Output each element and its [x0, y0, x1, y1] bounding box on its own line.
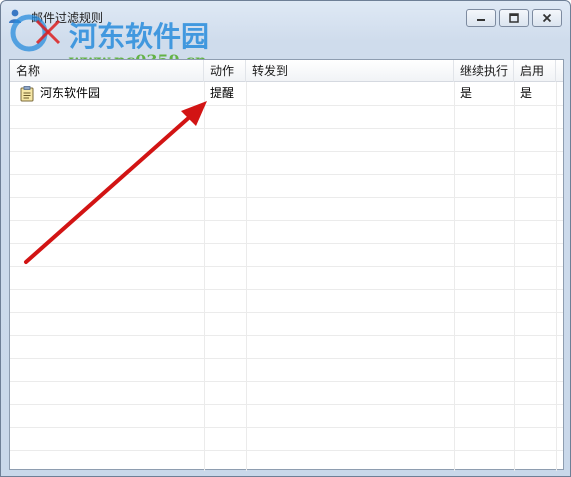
rule-window: 邮件过滤规则 河东软件园 名称 动作 转发到 继续执行 启用 河东软件园 提醒 …	[0, 0, 571, 477]
column-header-action[interactable]: 动作	[204, 60, 246, 82]
note-icon	[20, 86, 34, 102]
minimize-button[interactable]	[466, 9, 496, 27]
user-icon	[7, 8, 23, 24]
column-header-enabled[interactable]: 启用	[514, 60, 556, 82]
maximize-icon	[509, 13, 519, 23]
list-body: 河东软件园 提醒 是 是	[10, 82, 563, 471]
close-button[interactable]	[532, 9, 562, 27]
table-row[interactable]: 河东软件园 提醒 是 是	[10, 82, 563, 105]
column-header-forward-to[interactable]: 转发到	[246, 60, 454, 82]
column-header-name[interactable]: 名称	[10, 60, 204, 82]
column-header-continue[interactable]: 继续执行	[454, 60, 514, 82]
list-header: 名称 动作 转发到 继续执行 启用	[10, 60, 563, 82]
rule-continue: 是	[460, 86, 473, 100]
minimize-icon	[477, 19, 485, 21]
title-bar[interactable]: 邮件过滤规则	[1, 1, 570, 31]
window-title: 邮件过滤规则	[31, 11, 104, 25]
rule-enabled: 是	[520, 86, 533, 100]
rule-name: 河东软件园	[40, 86, 101, 100]
rule-list[interactable]: 名称 动作 转发到 继续执行 启用 河东软件园 提醒 是 是	[9, 59, 564, 471]
maximize-button[interactable]	[499, 9, 529, 27]
close-icon	[542, 13, 552, 23]
rule-action: 提醒	[210, 86, 235, 100]
